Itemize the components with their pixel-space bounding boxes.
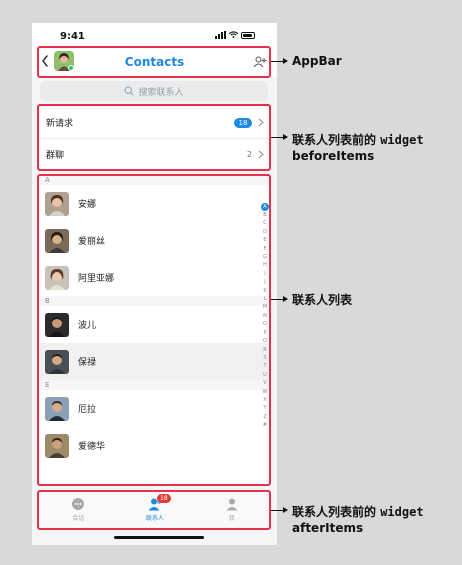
contact-list-label: 联系人列表 bbox=[292, 293, 353, 307]
appbar-arrow bbox=[271, 58, 288, 64]
after-items-arrow bbox=[271, 507, 288, 513]
status-bar: 9:41 bbox=[32, 23, 277, 47]
battery-icon bbox=[241, 31, 255, 39]
appbar-label: AppBar bbox=[292, 54, 342, 68]
status-time: 9:41 bbox=[60, 31, 85, 42]
before-items-label: 联系人列表前的 widget beforeItems bbox=[292, 132, 424, 164]
before-items-code: widget bbox=[380, 133, 424, 147]
after-items-label: 联系人列表前的 widget afterItems bbox=[292, 504, 424, 536]
after-items-callout-box bbox=[37, 490, 271, 530]
after-items-prefix: 联系人列表前的 bbox=[292, 505, 377, 519]
signal-icon bbox=[215, 31, 226, 39]
contact-list-arrow bbox=[271, 296, 288, 302]
search-icon bbox=[124, 86, 134, 96]
before-items-name: beforeItems bbox=[292, 149, 375, 163]
before-items-prefix: 联系人列表前的 bbox=[292, 133, 377, 147]
before-items-arrow bbox=[271, 134, 288, 140]
home-indicator bbox=[114, 536, 204, 539]
appbar-callout-box bbox=[37, 46, 271, 78]
status-icons bbox=[215, 31, 255, 39]
search-input[interactable]: 搜索联系人 bbox=[40, 81, 268, 101]
before-items-callout-box bbox=[37, 104, 271, 171]
after-items-code: widget bbox=[380, 505, 424, 519]
search-placeholder: 搜索联系人 bbox=[138, 87, 184, 98]
contact-list-callout-box bbox=[37, 174, 271, 486]
wifi-icon bbox=[229, 31, 238, 39]
after-items-name: afterItems bbox=[292, 521, 364, 535]
